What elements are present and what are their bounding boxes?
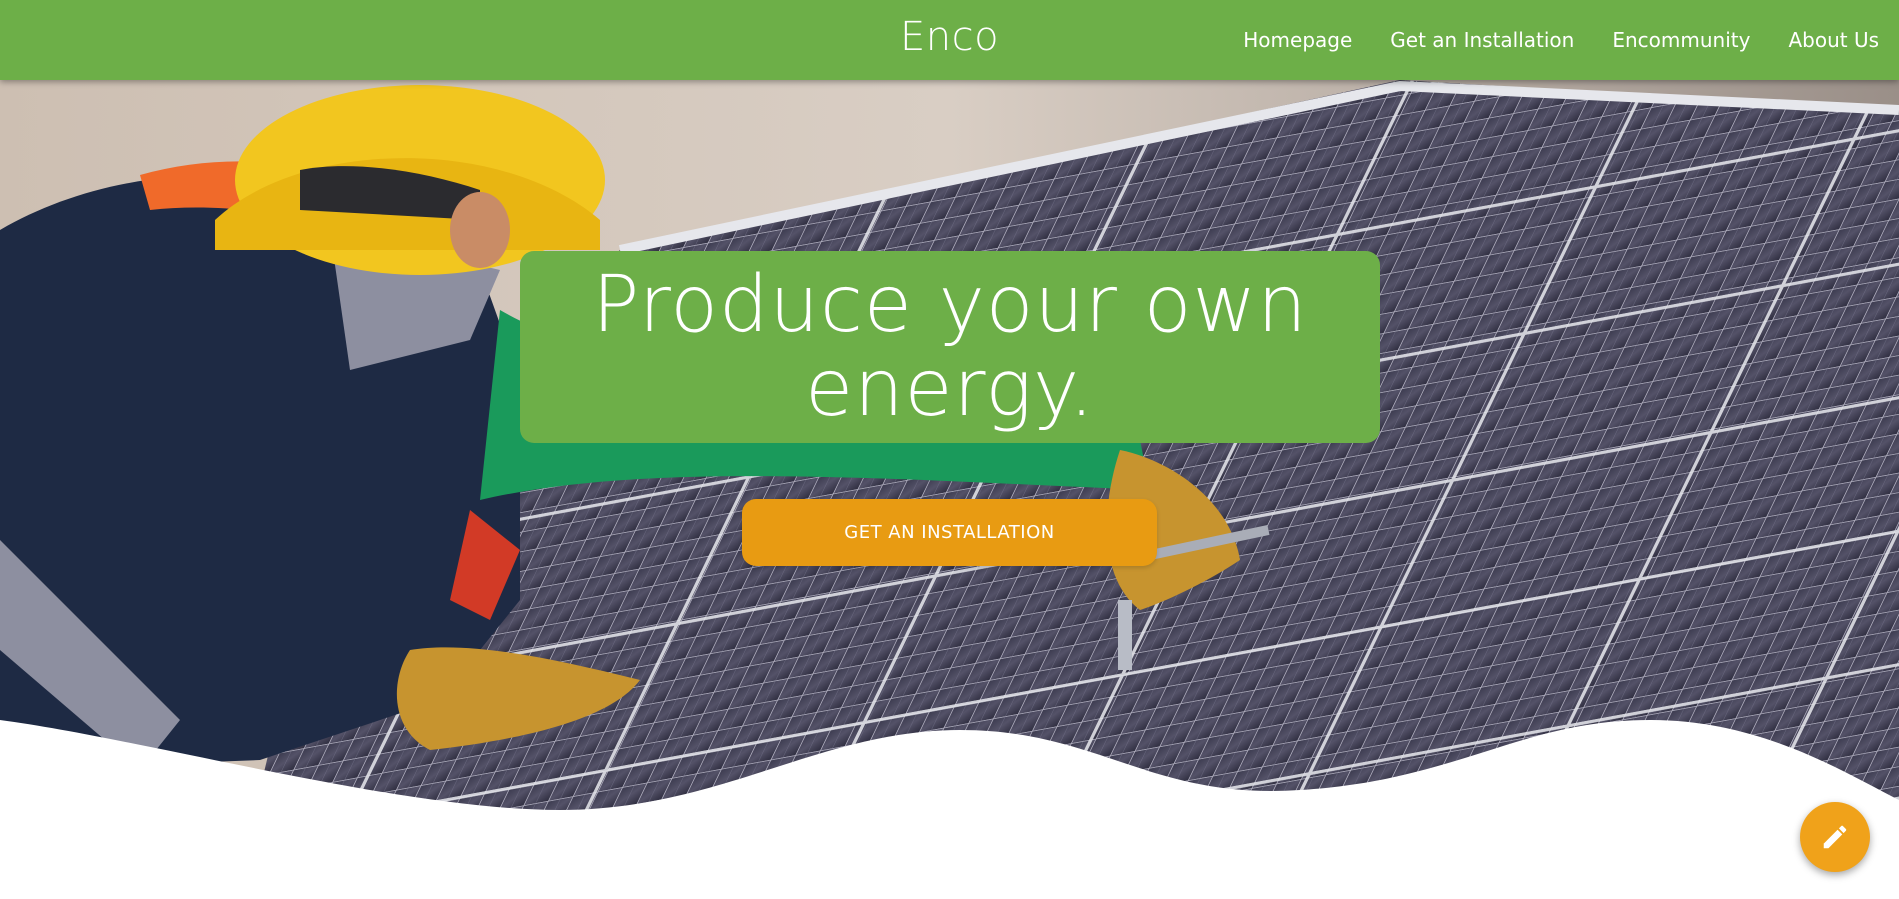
hero-headline: Produce your own energy. [592, 260, 1308, 434]
top-navbar: Enco Homepage Get an Installation Encomm… [0, 0, 1899, 80]
headline-banner: Produce your own energy. [520, 251, 1380, 443]
nav-link-get-installation[interactable]: Get an Installation [1390, 28, 1574, 52]
pencil-icon [1823, 825, 1847, 849]
edit-fab-button[interactable] [1800, 802, 1870, 872]
get-installation-button[interactable]: GET AN INSTALLATION [742, 499, 1157, 566]
brand-logo[interactable]: Enco [900, 14, 999, 60]
nav-links: Homepage Get an Installation Encommunity… [1243, 0, 1879, 80]
hero-section [0, 80, 1899, 830]
nav-link-homepage[interactable]: Homepage [1243, 28, 1352, 52]
nav-link-encommunity[interactable]: Encommunity [1612, 28, 1750, 52]
hero-background-image [0, 80, 1899, 830]
nav-link-about-us[interactable]: About Us [1788, 28, 1879, 52]
